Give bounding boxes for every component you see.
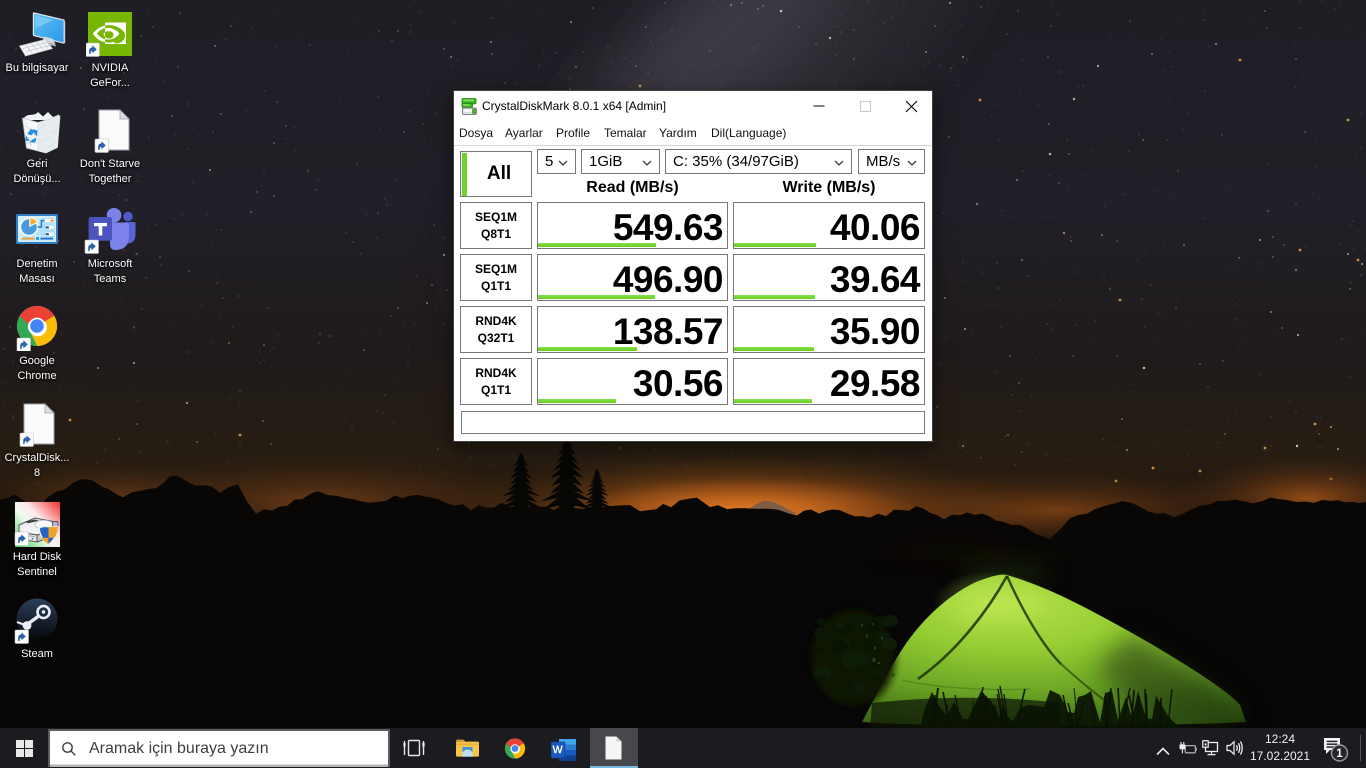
- svg-text:1: 1: [1336, 748, 1343, 760]
